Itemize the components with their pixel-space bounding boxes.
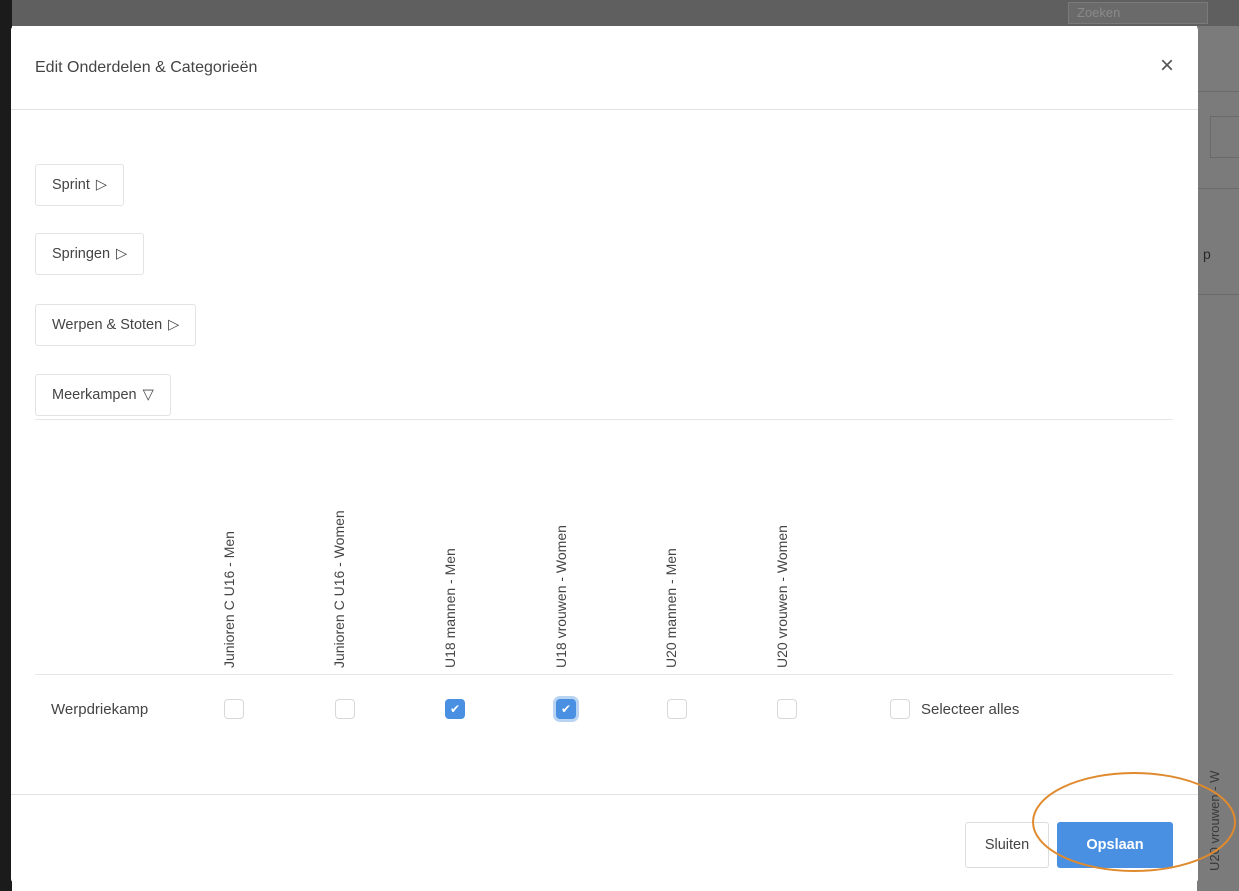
column-header: U20 vrouwen - Women [774, 525, 790, 668]
background-search-input: Zoeken [1068, 2, 1208, 24]
checkbox-u18-men[interactable]: ✔ [445, 699, 465, 719]
modal-title: Edit Onderdelen & Categorieën [35, 59, 258, 76]
check-icon: ✔ [449, 702, 461, 716]
background-column-header: U20 vrouwen - W [1207, 770, 1222, 871]
select-all-label: Selecteer alles [921, 701, 1020, 718]
edit-modal: Edit Onderdelen & Categorieën × Sprint ▷… [11, 26, 1198, 883]
save-button[interactable]: Opslaan [1057, 822, 1173, 868]
checkbox-u16-men[interactable] [224, 699, 244, 719]
divider [1197, 188, 1239, 189]
column-header: U20 mannen - Men [663, 548, 679, 668]
group-toggle-sprint[interactable]: Sprint ▷ [35, 164, 125, 206]
group-label: Werpen & Stoten [52, 317, 163, 333]
checkbox-select-all[interactable] [890, 699, 910, 719]
table-top-divider [35, 419, 1173, 420]
group-label: Springen [52, 246, 111, 262]
table-header-divider [35, 674, 1173, 675]
divider [1197, 91, 1239, 92]
checkbox-u20-men[interactable] [667, 699, 687, 719]
caret-down-icon: ▽ [142, 387, 154, 403]
background-box [1210, 116, 1239, 158]
checkbox-u18-women[interactable]: ✔ [556, 699, 576, 719]
close-button[interactable]: Sluiten [965, 822, 1049, 868]
background-text: p [1203, 246, 1211, 262]
app-topbar [12, 0, 1239, 26]
group-label: Sprint [52, 177, 90, 193]
checkbox-u16-women[interactable] [335, 699, 355, 719]
group-toggle-werpen-stoten[interactable]: Werpen & Stoten ▷ [35, 304, 197, 346]
column-header: U18 vrouwen - Women [553, 525, 569, 668]
caret-right-icon: ▷ [95, 177, 108, 193]
group-toggle-meerkampen[interactable]: Meerkampen ▽ [35, 374, 171, 416]
close-icon[interactable]: × [1160, 54, 1174, 78]
column-header: Junioren C U16 - Women [331, 510, 347, 668]
row-label: Werpdriekamp [51, 701, 149, 718]
group-label: Meerkampen [52, 387, 137, 403]
caret-right-icon: ▷ [168, 317, 180, 333]
check-icon: ✔ [560, 702, 572, 716]
divider [1197, 294, 1239, 295]
footer-divider [11, 794, 1198, 795]
modal-header: Edit Onderdelen & Categorieën × [11, 26, 1198, 110]
column-header: U18 mannen - Men [442, 548, 458, 668]
checkbox-u20-women[interactable] [777, 699, 797, 719]
caret-right-icon: ▷ [116, 246, 128, 262]
background-page: p U20 vrouwen - W [1197, 26, 1239, 891]
column-header: Junioren C U16 - Men [221, 531, 237, 668]
group-toggle-springen[interactable]: Springen ▷ [35, 233, 145, 275]
